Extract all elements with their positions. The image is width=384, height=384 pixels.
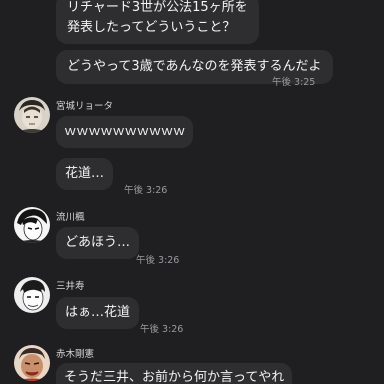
message-bubble[interactable]: リチャード3世が公法15ヶ所を 発表したってどういうこと？ [56,0,259,44]
message-text: ｗｗｗｗｗｗｗｗｗｗ [64,123,186,138]
message-text: そうだ三井、お前から何か言ってやれ [64,370,285,384]
message-bubble[interactable]: 花道… [56,158,114,190]
message-bubble[interactable]: はぁ…花道 [56,297,140,329]
message-bubble[interactable]: ｗｗｗｗｗｗｗｗｗｗ [56,116,194,148]
message-text-line: リチャード3世が公法15ヶ所を [67,0,248,15]
message-time: 午後 3:26 [124,185,168,196]
message-text: はぁ…花道 [65,305,131,320]
message-time: 午後 3:26 [140,324,184,335]
message-bubble[interactable]: そうだ三井、お前から何か言ってやれ [56,363,293,384]
message-time: 午後 3:26 [136,255,180,266]
sender-name: 三井寿 [56,281,85,292]
mitsui-avatar[interactable] [14,277,50,313]
message-text: 花道… [65,166,105,181]
message-text: どあほう… [65,235,131,250]
message-bubble[interactable]: どあほう… [56,227,140,259]
sender-name: 宮城リョータ [56,101,114,112]
sender-name: 流川楓 [56,212,85,223]
message-time: 午後 3:25 [272,77,316,88]
sender-name: 赤木剛憲 [56,349,95,360]
rukawa-avatar[interactable] [14,207,50,243]
akagi-avatar[interactable] [14,345,50,381]
miyagi-avatar[interactable] [14,97,50,133]
chat-screen: リチャード3世が公法15ヶ所を 発表したってどういうこと？ どうやって3歳であん… [0,0,384,384]
message-text-line: 発表したってどういうこと？ [67,20,236,35]
